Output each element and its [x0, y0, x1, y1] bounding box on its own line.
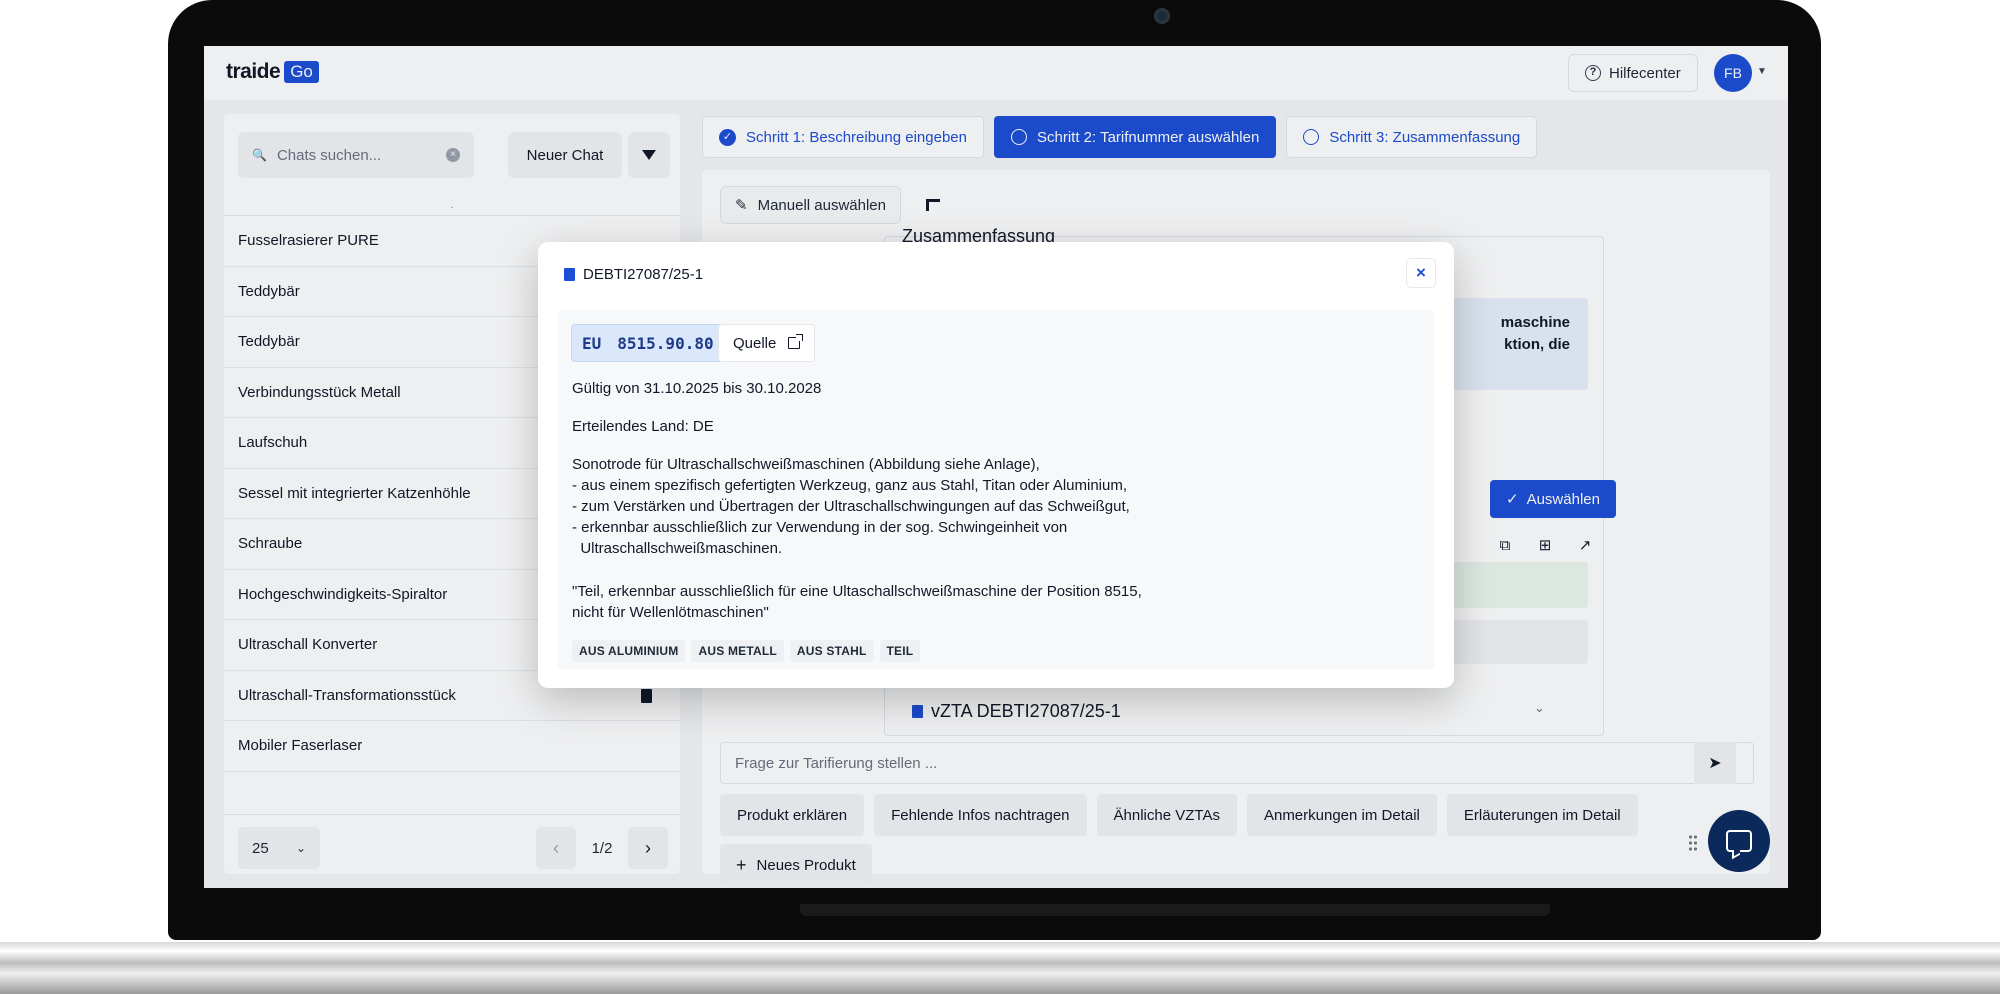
validity-text: Gültig von 31.10.2025 bis 30.10.2028: [572, 380, 822, 397]
keyword-tag: AUS ALUMINIUM: [572, 640, 686, 662]
chat-support-button[interactable]: [1708, 810, 1770, 872]
region-label: EU: [582, 333, 602, 353]
issuing-country-text: Erteilendes Land: DE: [572, 418, 714, 435]
laptop-hinge: [800, 904, 1550, 916]
close-icon: ×: [1416, 263, 1426, 282]
modal-title-text: DEBTI27087/25-1: [583, 266, 704, 283]
source-label: Quelle: [733, 334, 777, 352]
app-screen: traide Go ? Hilfecenter FB ▼ 🔍 Chats suc…: [204, 46, 1788, 888]
document-icon: [564, 268, 575, 281]
drag-handle-icon[interactable]: [1688, 834, 1698, 852]
tariff-code: 8515.90.80: [617, 333, 714, 353]
keyword-tag: AUS METALL: [691, 640, 784, 662]
chat-bubble-icon: [1726, 830, 1752, 852]
keyword-tag: AUS STAHL: [789, 640, 874, 662]
modal-body: EU 8515.90.80 Quelle Gültig von 31.10.20…: [558, 310, 1434, 670]
close-button[interactable]: ×: [1406, 258, 1436, 288]
external-link-icon: [788, 334, 804, 349]
laptop-base: [0, 942, 2000, 994]
keyword-tags: AUS ALUMINIUM AUS METALL AUS STAHL TEIL: [572, 640, 921, 662]
keyword-tag: TEIL: [879, 640, 921, 662]
tariff-code-badge: EU 8515.90.80: [571, 324, 725, 362]
source-link-button[interactable]: Quelle: [718, 324, 816, 362]
modal-title: DEBTI27087/25-1: [564, 266, 703, 283]
quote-text: "Teil, erkennbar ausschließlich für eine…: [572, 583, 1142, 621]
camera-icon: [1154, 8, 1170, 24]
vzta-detail-modal: DEBTI27087/25-1 × EU 8515.90.80 Quelle G…: [538, 242, 1454, 688]
description-text: Sonotrode für Ultraschallschweißmaschine…: [572, 456, 1130, 557]
